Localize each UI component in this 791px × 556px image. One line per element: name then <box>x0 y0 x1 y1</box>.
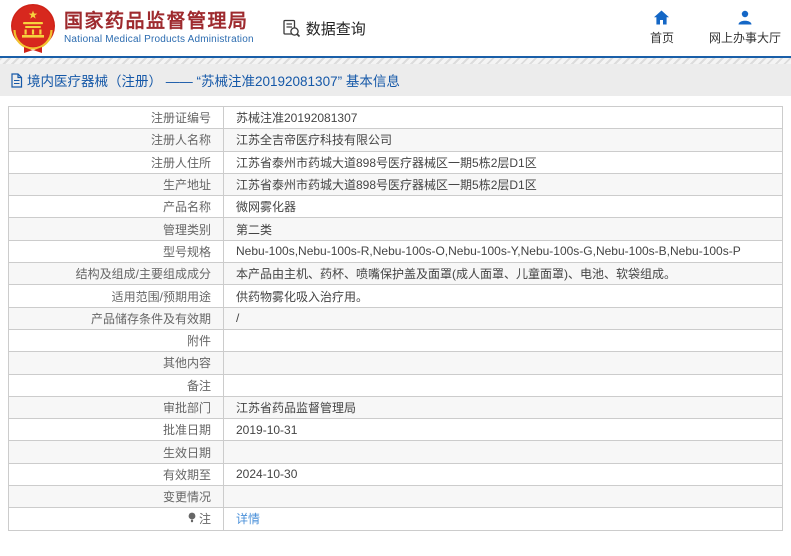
table-row: 生效日期 <box>8 440 783 464</box>
row-value: 江苏省泰州市药城大道898号医疗器械区一期5栋2层D1区 <box>223 172 783 197</box>
row-value: Nebu-100s,Nebu-100s-R,Nebu-100s-O,Nebu-1… <box>223 239 783 264</box>
row-label: 产品储存条件及有效期 <box>8 306 224 330</box>
row-value <box>223 440 783 464</box>
table-row: 型号规格 Nebu-100s,Nebu-100s-R,Nebu-100s-O,Ne… <box>8 239 783 264</box>
row-label: 批准日期 <box>8 418 224 442</box>
row-value <box>223 351 783 375</box>
table-row: 生产地址 江苏省泰州市药城大道898号医疗器械区一期5栋2层D1区 <box>8 172 783 197</box>
row-label: 注 <box>8 507 224 531</box>
table-row: 备注 <box>8 373 783 397</box>
row-label: 产品名称 <box>8 195 224 219</box>
row-value: / <box>223 306 783 330</box>
document-search-icon <box>283 19 300 37</box>
row-value: 微网雾化器 <box>223 195 783 219</box>
note-icon <box>187 512 199 526</box>
row-label: 注册证编号 <box>8 105 224 130</box>
row-label: 备注 <box>8 373 224 397</box>
table-row: 附件 <box>8 328 783 353</box>
row-value: 本产品由主机、药杯、喷嘴保护盖及面罩(成人面罩、儿童面罩)、电池、软袋组成。 <box>223 262 783 286</box>
row-value: 江苏省泰州市药城大道898号医疗器械区一期5栋2层D1区 <box>223 150 783 174</box>
row-label: 注册人名称 <box>8 128 224 152</box>
agency-name-en: National Medical Products Administration <box>64 34 254 46</box>
main-content: 注册证编号 苏械注准20192081307 注册人名称 江苏全吉帝医疗科技有限公司 注册… <box>0 96 791 531</box>
row-label: 变更情况 <box>8 485 224 509</box>
table-row: 结构及组成/主要组成成分 本产品由主机、药杯、喷嘴保护盖及面罩(成人面罩、儿童面罩… <box>8 262 783 286</box>
table-row: 注册人名称 江苏全吉帝医疗科技有限公司 <box>8 128 783 152</box>
row-value <box>223 485 783 509</box>
row-label: 型号规格 <box>8 239 224 264</box>
device-info-table: 注册证编号 苏械注准20192081307 注册人名称 江苏全吉帝医疗科技有限公司 注册… <box>8 105 783 531</box>
row-label: 注册人住所 <box>8 150 224 174</box>
table-row: 其他内容 <box>8 351 783 375</box>
nav-home[interactable]: 首页 <box>645 10 679 46</box>
table-row: 注详情 <box>8 507 783 531</box>
site-header: 国家药品监督管理局 National Medical Products Admi… <box>0 0 791 58</box>
home-icon <box>654 10 670 25</box>
breadcrumb-band: 境内医疗器械（注册） —— “苏械注准20192081307” 基本信息 <box>0 64 791 96</box>
data-query-label: 数据查询 <box>305 20 366 38</box>
data-query-nav[interactable]: 数据查询 <box>282 18 366 39</box>
row-value: 苏械注准20192081307 <box>223 105 783 130</box>
nav-service-hall-label: 网上办事大厅 <box>708 31 781 45</box>
table-row: 批准日期 2019-10-31 <box>8 418 783 442</box>
row-label: 有效期至 <box>8 462 224 487</box>
detail-link[interactable]: 详情 <box>236 512 260 526</box>
table-row: 有效期至 2024-10-30 <box>8 462 783 487</box>
row-value: 2019-10-31 <box>223 418 783 442</box>
nav-home-label: 首页 <box>649 31 674 45</box>
table-row: 管理类别 第二类 <box>8 217 783 241</box>
row-value: 江苏省药品监督管理局 <box>223 395 783 420</box>
row-label: 生产地址 <box>8 172 224 197</box>
page-title: 境内医疗器械（注册） —— “苏械注准20192081307” 基本信息 <box>27 74 400 89</box>
row-label: 附件 <box>8 328 224 353</box>
nav-service-hall[interactable]: 网上办事大厅 <box>709 10 781 46</box>
person-icon <box>738 10 752 25</box>
table-row: 审批部门 江苏省药品监督管理局 <box>8 395 783 420</box>
row-value <box>223 373 783 397</box>
row-label: 适用范围/预期用途 <box>8 284 224 308</box>
table-row: 产品名称 微网雾化器 <box>8 195 783 219</box>
table-row: 变更情况 <box>8 485 783 509</box>
row-label: 审批部门 <box>8 395 224 420</box>
agency-name-cn: 国家药品监督管理局 <box>64 10 249 32</box>
row-value <box>223 328 783 353</box>
row-value: 详情 <box>223 507 783 531</box>
row-value: 供药物雾化吸入治疗用。 <box>223 284 783 308</box>
table-row: 适用范围/预期用途 供药物雾化吸入治疗用。 <box>8 284 783 308</box>
row-label: 结构及组成/主要组成成分 <box>8 262 224 286</box>
row-label: 生效日期 <box>8 440 224 464</box>
document-icon <box>11 72 23 88</box>
national-emblem-logo <box>11 4 55 53</box>
agency-brand: 国家药品监督管理局 National Medical Products Admi… <box>10 2 254 54</box>
table-row: 注册人住所 江苏省泰州市药城大道898号医疗器械区一期5栋2层D1区 <box>8 150 783 174</box>
row-label: 其他内容 <box>8 351 224 375</box>
row-value: 2024-10-30 <box>223 462 783 487</box>
table-row: 注册证编号 苏械注准20192081307 <box>8 105 783 130</box>
table-row: 产品储存条件及有效期 / <box>8 306 783 330</box>
row-label: 管理类别 <box>8 217 224 241</box>
row-value: 第二类 <box>223 217 783 241</box>
agency-name: 国家药品监督管理局 National Medical Products Admi… <box>64 11 254 46</box>
row-value: 江苏全吉帝医疗科技有限公司 <box>223 128 783 152</box>
